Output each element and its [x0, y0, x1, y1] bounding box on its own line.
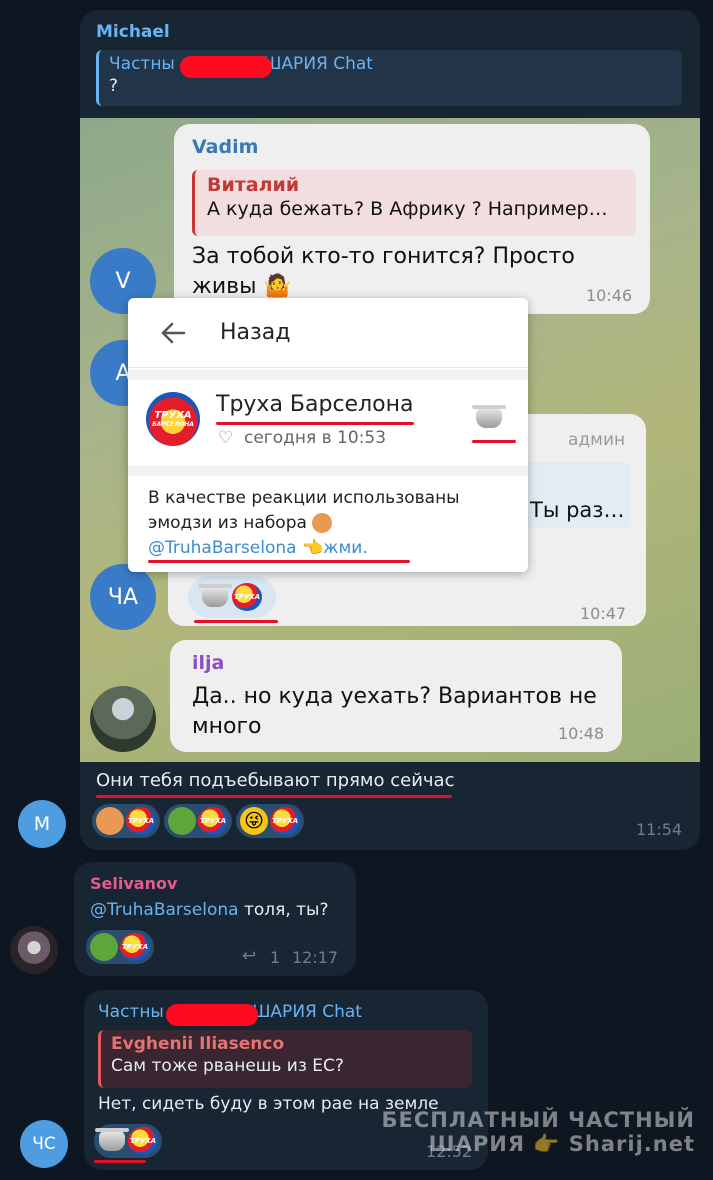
popup-divider: [128, 466, 528, 476]
watermark-site: Sharij.net: [568, 1132, 695, 1156]
reaction-frog[interactable]: ТРУХА: [86, 930, 154, 964]
truha-badge-icon: ТРУХА: [126, 807, 156, 835]
channel-logo[interactable]: ТРУХА БАРСЕЛОНА: [146, 392, 200, 446]
truha-badge-icon: ТРУХА: [270, 807, 300, 835]
vadim-name: Vadim: [192, 136, 259, 158]
truha-badge-icon: ТРУХА: [128, 1127, 158, 1155]
desc-line2: эмодзи из набора: [148, 511, 518, 536]
reply-quote[interactable]: Evghenii Iliasenco Сам тоже рванешь из Е…: [98, 1030, 472, 1088]
censor-mark: [166, 1004, 258, 1026]
dog-emoji-icon: [96, 807, 124, 835]
underline-mark: [94, 1160, 146, 1163]
message-time: 11:54: [636, 820, 683, 839]
ilja-text: Да.. но куда уехать? Вариантов не много: [192, 684, 597, 739]
pot-emoji-icon: [472, 405, 506, 428]
message-time: 12:17: [292, 948, 339, 967]
reaction-pot[interactable]: ТРУХА: [94, 1124, 162, 1158]
message-text[interactable]: Они тебя подъебывают прямо сейчас: [96, 770, 454, 791]
underline-mark: [194, 620, 278, 623]
reply-arrow-icon[interactable]: ↩: [242, 946, 256, 966]
watermark-line1: БЕСПЛАТНЫЙ ЧАСТНЫЙ: [381, 1108, 695, 1132]
desc-line1: В качестве реакции использованы: [148, 488, 460, 508]
avatar[interactable]: M: [18, 800, 66, 848]
desc-line3: @TruhaBarselona 👈жми.: [148, 536, 518, 561]
link-suffix[interactable]: жми.: [323, 538, 368, 558]
date-text: сегодня в 10:53: [244, 428, 387, 448]
sender-name[interactable]: Michael: [96, 22, 170, 42]
sender-name[interactable]: Selivanov: [90, 874, 177, 893]
heart-icon: ♡: [218, 428, 234, 448]
vadim-quote-author: Виталий: [207, 174, 300, 196]
truha-badge-icon: ТРУХА: [232, 583, 262, 611]
mention-link[interactable]: @TruhaBarselona: [90, 900, 239, 920]
cha-avatar: ЧА: [90, 564, 156, 630]
watermark-line2-text: ШАРИЯ: [428, 1132, 525, 1156]
chat-view: Michael Частны ШАРИЯ Chat ? Vadim Витали…: [0, 0, 713, 1180]
arrow-left-icon[interactable]: [158, 318, 188, 348]
popup-description: В качестве реакции использованы эмодзи и…: [148, 486, 518, 561]
dog-emoji-icon: [312, 513, 333, 533]
back-label[interactable]: Назад: [220, 320, 290, 345]
quote-text: Сам тоже рванешь из ЕС?: [111, 1056, 344, 1076]
popup-divider: [128, 370, 528, 380]
quote-author: Evghenii Iliasenco: [111, 1034, 285, 1054]
message-text[interactable]: @TruhaBarselona толя, ты?: [90, 900, 329, 920]
watermark: БЕСПЛАТНЫЙ ЧАСТНЫЙ ШАРИЯ 👉 Sharij.net: [382, 1108, 695, 1157]
cha-time: 10:47: [580, 604, 627, 623]
ilja-avatar: [90, 686, 156, 752]
vadim-text: За тобой кто-то гонится? Просто живы 🤷: [192, 244, 575, 299]
ilja-name: ilja: [192, 652, 225, 674]
watermark-line2: ШАРИЯ 👉 Sharij.net: [382, 1132, 695, 1157]
cha-reaction: ТРУХА: [188, 576, 276, 618]
desc-line2-text: эмодзи из набора: [148, 513, 307, 533]
censor-mark: [180, 56, 272, 78]
channel-link[interactable]: @TruhaBarselona: [148, 538, 297, 558]
point-right-icon: 👉: [533, 1132, 561, 1156]
reply-count[interactable]: 1: [270, 948, 280, 967]
reaction-smiley[interactable]: 😜 ТРУХА: [236, 804, 304, 838]
ilja-time: 10:48: [558, 724, 605, 743]
pot-emoji-icon: [198, 584, 232, 607]
underline-mark: [472, 440, 516, 443]
embedded-screenshot[interactable]: Vadim Виталий А куда бежать? В Африку ? …: [80, 118, 700, 762]
popup-header[interactable]: Назад: [128, 298, 528, 368]
channel-name[interactable]: Труха Барселона: [216, 392, 413, 417]
quote-text: ?: [109, 76, 119, 96]
pot-emoji-icon: [95, 1127, 129, 1155]
vadim-quote-text: А куда бежать? В Африку ? Например…: [207, 198, 608, 220]
frog-emoji-icon: [90, 933, 118, 961]
hidden-text: Ты раз…: [530, 498, 625, 522]
underline-mark: [216, 422, 414, 425]
underline-mark: [148, 560, 410, 563]
admin-label: админ: [568, 430, 626, 450]
avatar[interactable]: [10, 926, 58, 974]
logo-bottom: БАРСЕЛОНА: [152, 421, 194, 428]
truha-badge-icon: ТРУХА: [198, 807, 228, 835]
point-left-icon: 👈: [301, 538, 324, 558]
logo-top: ТРУХА: [154, 410, 192, 421]
frog-emoji-icon: [168, 807, 196, 835]
vadim-quote: Виталий А куда бежать? В Африку ? Наприм…: [192, 170, 636, 236]
reaction-dog[interactable]: ТРУХА: [92, 804, 160, 838]
underline-mark: [96, 795, 452, 798]
reaction-popup[interactable]: Назад ТРУХА БАРСЕЛОНА Труха Барселона ♡ …: [128, 298, 528, 572]
vadim-time: 10:46: [586, 286, 633, 305]
truha-badge-icon: ТРУХА: [120, 933, 150, 961]
avatar[interactable]: ЧС: [20, 1120, 68, 1168]
text-body: толя, ты?: [238, 900, 329, 920]
reaction-frog[interactable]: ТРУХА: [164, 804, 232, 838]
crazy-face-icon: 😜: [240, 807, 268, 835]
